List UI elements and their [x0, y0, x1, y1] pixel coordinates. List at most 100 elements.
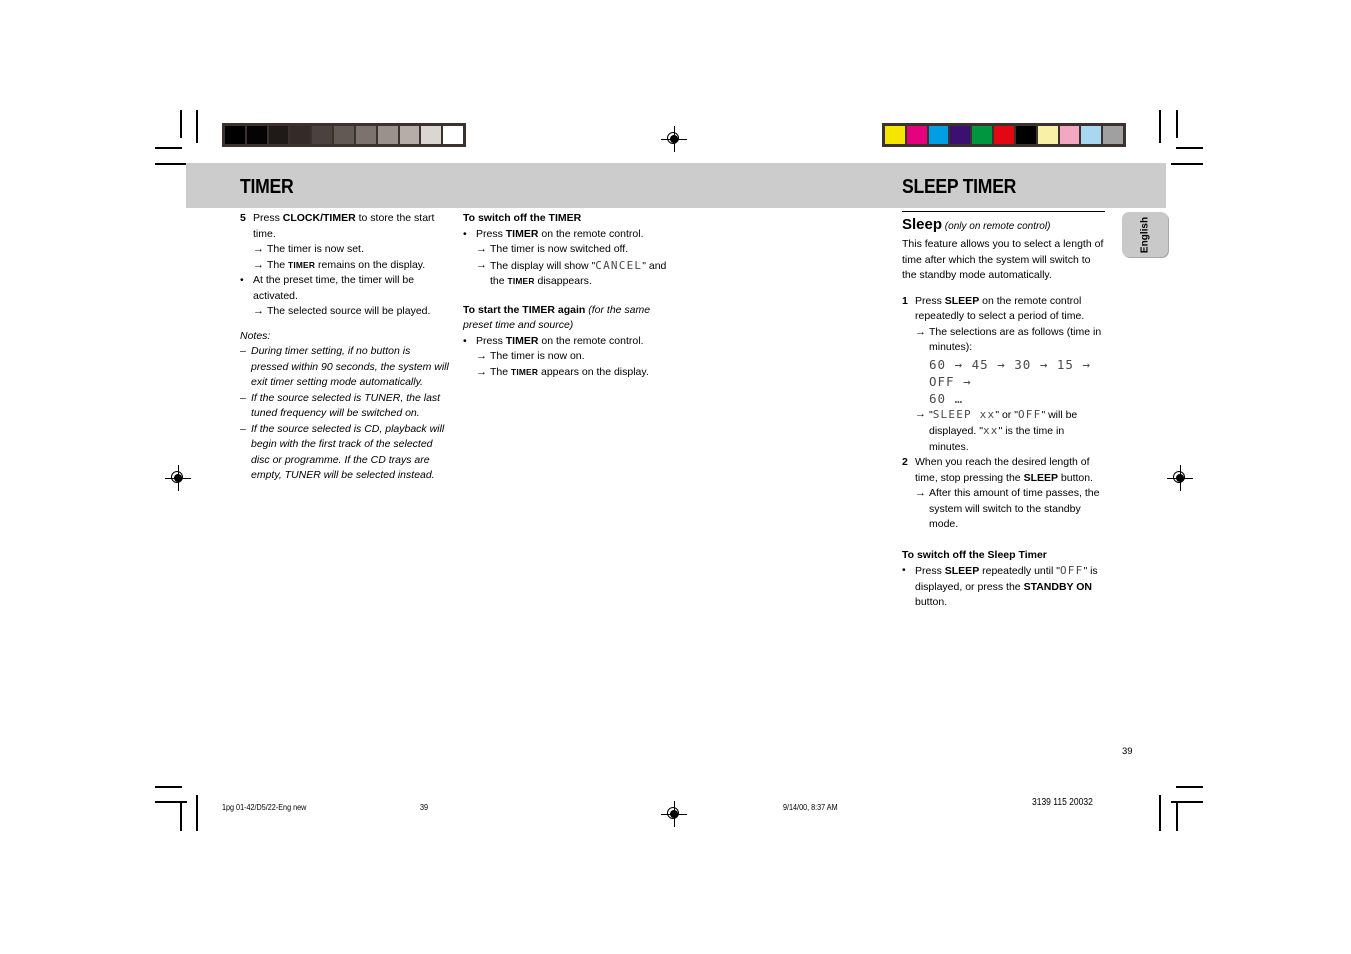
list-item-result: → The selections are as follows (time in… [915, 325, 1105, 407]
color-swatch [1059, 126, 1080, 144]
step-number: 2 [902, 456, 908, 468]
arrow-icon: → [253, 305, 264, 317]
crop-mark-bottom-left-vertical-outer [180, 801, 182, 831]
grayscale-calibration-bar [222, 123, 466, 147]
color-swatch [1015, 126, 1036, 144]
lcd-display-xx: xx [982, 424, 999, 437]
list-item-note: – If the source selected is CD, playback… [240, 422, 450, 484]
result-text: The selections are as follows (time in m… [929, 325, 1105, 407]
press-timer-text: Press TIMER on the remote control. [476, 334, 644, 347]
dash-icon: – [240, 422, 246, 435]
heading-start-timer-again: To start the TIMER again (for the same p… [463, 303, 668, 334]
list-item-result: → The TIMER appears on the display. [476, 365, 668, 381]
color-swatch [994, 126, 1014, 144]
heading-switch-off-sleep-timer: To switch off the Sleep Timer [902, 548, 1047, 561]
column-left: 5 Press CLOCK/TIMER to store the start t… [240, 211, 450, 484]
step-number: 1 [902, 294, 908, 307]
result-text: The timer is now on. [490, 350, 585, 362]
list-item-step-5: 5 Press CLOCK/TIMER to store the start t… [240, 211, 450, 242]
color-swatch [906, 126, 927, 144]
result-text: The timer is now set. [267, 243, 364, 255]
grayscale-swatch [377, 126, 398, 144]
press-timer-text: Press TIMER on the remote control. [476, 227, 644, 240]
grayscale-swatch [225, 126, 245, 144]
dash-icon: – [240, 391, 246, 404]
list-item-result: → After this amount of time passes, the … [915, 486, 1105, 533]
color-swatch [1037, 126, 1058, 144]
registration-mark-left-middle [165, 465, 191, 491]
footer-file-label: 1pg 01-42/D5/22-Eng new [222, 802, 307, 812]
lcd-sleep-sequence-line-1: 60 → 45 → 30 → 15 → OFF → [929, 356, 1091, 389]
result-text: The selected source will be played. [267, 305, 431, 317]
color-swatch [1103, 126, 1123, 144]
crop-mark-bottom-left-horizontal-inner [155, 801, 187, 803]
list-item-note: – If the source selected is TUNER, the l… [240, 391, 450, 422]
list-item-preset: • At the preset time, the timer will be … [240, 273, 450, 304]
color-swatch [928, 126, 949, 144]
color-swatch [1081, 126, 1102, 144]
grayscale-swatch [421, 126, 442, 144]
step-2-text: When you reach the desired length of tim… [915, 456, 1094, 484]
list-item-result: → The timer is now set. [253, 242, 450, 258]
grayscale-swatch [355, 126, 376, 144]
footer-code: 3139 115 20032 [1032, 797, 1093, 808]
sleep-intro-text: This feature allows you to select a leng… [902, 238, 1104, 281]
list-item-step-1: 1 Press SLEEP on the remote control repe… [902, 294, 1105, 325]
note-text: If the source selected is TUNER, the las… [251, 391, 441, 420]
crop-mark-top-right-horizontal-inner [1171, 163, 1203, 165]
result-text: The timer is now switched off. [490, 243, 629, 255]
crop-mark-top-right-horizontal-outer [1176, 147, 1203, 149]
crop-mark-bottom-right-vertical-inner [1159, 795, 1161, 831]
manual-page: TIMER SLEEP TIMER English 5 Press CLOCK/… [0, 0, 1351, 954]
arrow-icon: → [253, 243, 264, 255]
language-tab-label: English [1139, 216, 1151, 253]
arrow-icon: → [915, 325, 926, 338]
lcd-display-sleep-xx: SLEEP xx [932, 407, 996, 421]
list-item-press-timer: • Press TIMER on the remote control. [463, 227, 668, 243]
heading-bold-part: To start the TIMER again [463, 303, 586, 316]
result-text: "SLEEP xx" or "OFF" will be displayed. "… [929, 407, 1078, 453]
crop-mark-bottom-left-horizontal-outer [155, 786, 182, 788]
grayscale-swatch [334, 126, 354, 144]
arrow-icon: → [915, 407, 926, 420]
bullet-icon: • [463, 227, 467, 240]
result-text: The TIMER remains on the display. [267, 258, 426, 271]
arrow-icon: → [915, 487, 926, 499]
arrow-icon: → [476, 243, 487, 255]
registration-mark-right-middle [1167, 465, 1193, 491]
list-item-press-timer: • Press TIMER on the remote control. [463, 334, 668, 350]
color-calibration-bar [882, 123, 1126, 147]
arrow-icon: → [476, 350, 487, 362]
bullet-icon: • [463, 334, 467, 347]
bullet-icon: • [902, 564, 906, 576]
result-text: The TIMER appears on the display. [490, 365, 649, 378]
note-text: If the source selected is CD, playback w… [251, 422, 445, 482]
registration-mark-top-center [661, 126, 687, 152]
note-text: During timer setting, if no button is pr… [251, 345, 449, 388]
list-item-result: → The TIMER remains on the display. [253, 258, 450, 274]
heading-sleep-label: Sleep [902, 216, 943, 233]
lcd-sleep-sequence-line-2: 60 … [929, 390, 964, 406]
page-title-timer: TIMER [240, 176, 294, 198]
dash-icon: – [240, 345, 246, 357]
column-middle: To switch off the TIMER • Press TIMER on… [463, 211, 668, 380]
crop-mark-bottom-left-vertical-inner [196, 795, 198, 831]
grayscale-swatch [443, 126, 463, 144]
step-1-text: Press SLEEP on the remote control repeat… [915, 294, 1085, 323]
heading-switch-off-timer: To switch off the TIMER [463, 212, 582, 224]
arrow-icon: → [253, 258, 264, 271]
language-tab-english: English [1122, 212, 1168, 257]
crop-mark-bottom-right-horizontal-outer [1176, 786, 1203, 788]
grayscale-swatch [312, 126, 333, 144]
color-swatch [972, 126, 993, 144]
lcd-display-off: OFF [1017, 407, 1042, 421]
registration-mark-bottom-center [661, 801, 687, 827]
crop-mark-top-right-vertical-inner [1159, 110, 1161, 143]
list-item-result: → The selected source will be played. [253, 304, 450, 320]
heading-sleep: Sleep (only on remote control) [902, 215, 1105, 236]
color-swatch [950, 126, 971, 144]
list-item-result: → The timer is now on. [476, 349, 668, 365]
crop-mark-top-left-horizontal-outer [155, 147, 182, 149]
bullet-icon: • [240, 274, 244, 286]
header-band [186, 163, 1166, 208]
